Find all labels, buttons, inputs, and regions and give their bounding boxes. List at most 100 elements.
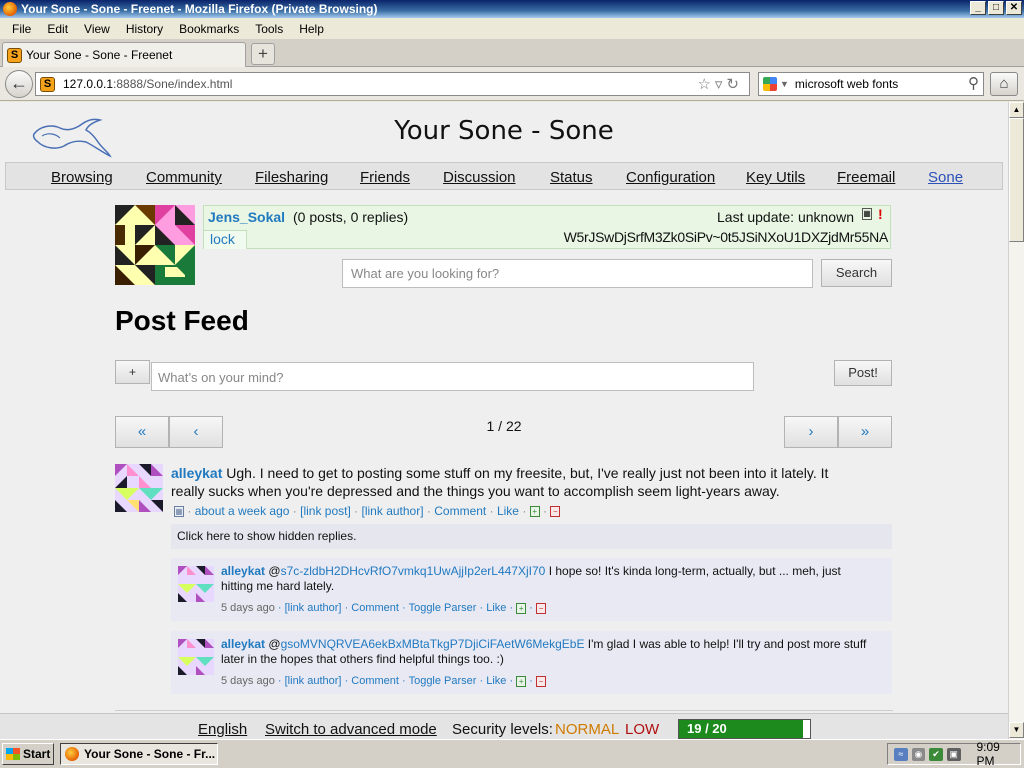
reply-like-link[interactable]: Like xyxy=(486,675,506,687)
security-icon[interactable]: ✔ xyxy=(929,747,943,761)
reply-mention[interactable]: gsoMVNQRVEA6ekBxMBtaTkgP7DjiCiFAetW6Mekg… xyxy=(281,637,585,651)
scroll-up-button[interactable]: ▲ xyxy=(1009,102,1024,118)
nav-friends[interactable]: Friends xyxy=(360,169,410,186)
post-author[interactable]: alleykat xyxy=(171,465,222,481)
network-rabbit-icon[interactable]: ≈ xyxy=(894,747,908,761)
menu-view[interactable]: View xyxy=(76,22,118,36)
taskbar-firefox-item[interactable]: Your Sone - Sone - Fr... xyxy=(60,743,218,765)
page-title: Your Sone - Sone xyxy=(394,116,614,146)
menu-edit[interactable]: Edit xyxy=(39,22,76,36)
maximize-button[interactable]: □ xyxy=(988,1,1004,15)
qr-code-icon[interactable]: ▦ xyxy=(174,506,184,518)
link-post[interactable]: [link post] xyxy=(300,504,351,518)
start-button[interactable]: Start xyxy=(2,743,54,765)
firefox-icon xyxy=(65,747,79,761)
url-bar[interactable]: S 127.0.0.1 :8888/Sone/index.html ☆▿↻ xyxy=(35,72,750,96)
reply-mention[interactable]: s7c-zldbH2DHcvRfO7vmkq1UwAjjIp2erL447XjI… xyxy=(281,564,546,578)
reload-icon[interactable]: ↻ xyxy=(726,76,743,93)
reply-author-avatar[interactable] xyxy=(178,566,214,602)
comment-link[interactable]: Comment xyxy=(434,504,486,518)
reply-author[interactable]: alleykat xyxy=(221,637,265,651)
nav-browsing[interactable]: Browsing xyxy=(51,169,113,186)
trust-icon[interactable]: + xyxy=(516,602,527,614)
distrust-icon[interactable]: − xyxy=(536,675,547,687)
menu-help[interactable]: Help xyxy=(291,22,332,36)
distrust-icon[interactable]: − xyxy=(536,602,547,614)
scroll-down-button[interactable]: ▼ xyxy=(1009,722,1024,738)
nav-status[interactable]: Status xyxy=(550,169,593,186)
search-input[interactable]: What are you looking for? xyxy=(342,259,813,288)
tab-bar: S Your Sone - Sone - Freenet + xyxy=(0,39,1024,67)
next-page-button[interactable]: › xyxy=(784,416,838,448)
compose-post-input[interactable]: What’s on your mind? xyxy=(151,362,754,391)
menu-file[interactable]: File xyxy=(4,22,39,36)
menu-tools[interactable]: Tools xyxy=(247,22,291,36)
tab-your-sone[interactable]: S Your Sone - Sone - Freenet xyxy=(2,42,246,67)
post-button[interactable]: Post! xyxy=(834,360,892,386)
own-avatar[interactable] xyxy=(115,205,195,285)
site-identity-icon[interactable]: S xyxy=(40,76,55,92)
last-page-button[interactable]: » xyxy=(838,416,892,448)
search-engine-dropdown-icon[interactable]: ▼ xyxy=(780,79,789,89)
reply-link-author[interactable]: [link author] xyxy=(285,602,342,614)
nav-discussion[interactable]: Discussion xyxy=(443,169,516,186)
search-button[interactable]: Search xyxy=(821,259,892,287)
google-icon[interactable] xyxy=(763,77,777,91)
menu-bookmarks[interactable]: Bookmarks xyxy=(171,22,247,36)
minimize-button[interactable]: _ xyxy=(970,1,986,15)
nav-key-utils[interactable]: Key Utils xyxy=(746,169,805,186)
reply-comment-link[interactable]: Comment xyxy=(351,602,399,614)
profile-name[interactable]: Jens_Sokal xyxy=(208,209,285,225)
nav-freemail[interactable]: Freemail xyxy=(837,169,895,186)
show-hidden-replies[interactable]: Click here to show hidden replies. xyxy=(171,524,892,549)
reply-link-author[interactable]: [link author] xyxy=(285,675,342,687)
link-author[interactable]: [link author] xyxy=(362,504,424,518)
post-author-avatar[interactable] xyxy=(115,464,163,512)
reply-time[interactable]: 5 days ago xyxy=(221,675,275,687)
alert-icon[interactable]: ! xyxy=(878,206,888,222)
reply-toggle-parser[interactable]: Toggle Parser xyxy=(409,602,477,614)
distrust-icon[interactable]: − xyxy=(550,506,561,518)
language-link[interactable]: English xyxy=(198,721,247,738)
new-tab-button[interactable]: + xyxy=(251,43,275,65)
lock-button[interactable]: lock xyxy=(204,230,247,249)
clock: 9:09 PM xyxy=(976,740,1000,768)
scroll-thumb[interactable] xyxy=(1009,118,1024,242)
magnifier-icon[interactable]: ⚲ xyxy=(968,74,979,92)
nav-community[interactable]: Community xyxy=(146,169,222,186)
reply-item: alleykat @s7c-zldbH2DHcvRfO7vmkq1UwAjjIp… xyxy=(171,558,892,621)
post-time[interactable]: about a week ago xyxy=(195,504,290,518)
vertical-scrollbar[interactable]: ▲ ▼ xyxy=(1008,102,1024,739)
bookmark-star-icon[interactable]: ☆ xyxy=(697,76,714,93)
menu-history[interactable]: History xyxy=(118,22,171,36)
qr-code-icon[interactable]: ▦ xyxy=(862,208,872,220)
reply-comment-link[interactable]: Comment xyxy=(351,675,399,687)
like-link[interactable]: Like xyxy=(497,504,519,518)
reply-author-avatar[interactable] xyxy=(178,639,214,675)
reply-author[interactable]: alleykat xyxy=(221,564,265,578)
profile-key: W5rJSwDjSrfM3Zk0SiPv~0t5JSiNXoU1DXZjdMr5… xyxy=(563,229,889,245)
advanced-mode-link[interactable]: Switch to advanced mode xyxy=(265,721,437,738)
nav-sone[interactable]: Sone xyxy=(928,169,963,186)
security-level-normal[interactable]: NORMAL xyxy=(555,721,619,738)
url-bar-icons: ☆▿↻ xyxy=(697,75,743,93)
nav-configuration[interactable]: Configuration xyxy=(626,169,715,186)
close-button[interactable]: ✕ xyxy=(1006,1,1022,15)
reply-time[interactable]: 5 days ago xyxy=(221,602,275,614)
search-bar[interactable]: ▼ microsoft web fonts ⚲ xyxy=(758,72,984,96)
search-bar-value[interactable]: microsoft web fonts xyxy=(795,77,898,91)
url-dropdown-icon[interactable]: ▿ xyxy=(715,76,727,93)
security-level-low[interactable]: LOW xyxy=(625,721,659,738)
disc-icon[interactable]: ◉ xyxy=(911,747,926,761)
reply-text-line2: hitting me hard lately. xyxy=(221,579,335,593)
trust-icon[interactable]: + xyxy=(516,675,527,687)
add-post-button[interactable]: + xyxy=(115,360,150,384)
vm-icon[interactable]: ▣ xyxy=(946,747,961,761)
back-button[interactable]: ← xyxy=(5,70,33,98)
post-text-line2: really sucks when you're depressed and t… xyxy=(171,483,780,499)
trust-icon[interactable]: + xyxy=(529,506,540,518)
reply-toggle-parser[interactable]: Toggle Parser xyxy=(409,675,477,687)
reply-like-link[interactable]: Like xyxy=(486,602,506,614)
nav-filesharing[interactable]: Filesharing xyxy=(255,169,328,186)
home-button[interactable]: ⌂ xyxy=(990,72,1018,96)
